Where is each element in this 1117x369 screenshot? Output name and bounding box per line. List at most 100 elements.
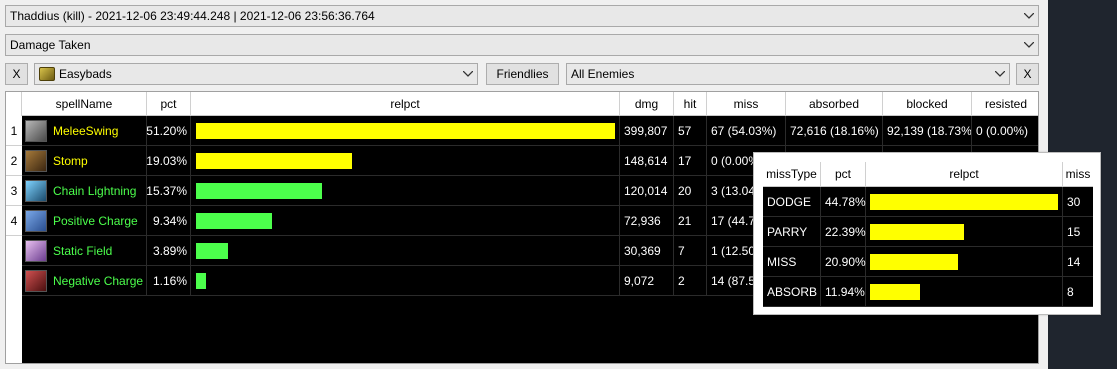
- spell-name-cell: Static Field: [22, 236, 147, 266]
- table-row[interactable]: 1 MeleeSwing 51.20% 399,807 57 67 (54.03%) 72,…: [6, 116, 1038, 146]
- relpct-bar: [196, 152, 352, 169]
- clear-target-button[interactable]: X: [1016, 63, 1039, 85]
- col-dmg[interactable]: dmg: [620, 92, 674, 116]
- grid-header: spellName pct relpct dmg hit miss absorb…: [6, 92, 1038, 116]
- target-select[interactable]: All Enemies: [566, 63, 1010, 85]
- pct-cell: 19.03%: [147, 146, 191, 176]
- col-relpct[interactable]: relpct: [191, 92, 620, 116]
- col-absorbed[interactable]: absorbed: [786, 92, 883, 116]
- pct-cell: 3.89%: [147, 236, 191, 266]
- row-number: 4: [6, 206, 22, 236]
- static-field-icon: [25, 239, 47, 262]
- relpct-bar: [196, 122, 615, 139]
- col-popup-miss[interactable]: miss: [1063, 162, 1093, 187]
- col-spellname[interactable]: spellName: [22, 92, 147, 116]
- col-blocked-label: blocked: [906, 97, 948, 111]
- relpct-cell: [191, 206, 620, 236]
- row-number: 3: [6, 176, 22, 206]
- miss-relpct-cell: [866, 217, 1063, 247]
- lightning-icon: [25, 179, 47, 202]
- dmg-cell: 72,936: [620, 206, 674, 236]
- miss-relpct-cell: [866, 277, 1063, 307]
- col-popup-relpct-label: relpct: [949, 167, 979, 181]
- miss-breakdown-table: missType pct relpct miss DODGE 44.78% 30 PA…: [763, 162, 1093, 307]
- misstype-cell: PARRY: [763, 217, 821, 247]
- col-miss[interactable]: miss: [707, 92, 786, 116]
- blocked-cell: 92,139 (18.73%): [883, 116, 972, 146]
- col-absorbed-label: absorbed: [808, 97, 860, 111]
- spell-name: MeleeSwing: [53, 123, 119, 138]
- relpct-bar: [196, 272, 206, 289]
- chevron-down-icon: [1020, 35, 1038, 55]
- resisted-cell: 0 (0.00%): [972, 116, 1038, 146]
- miss-pct-cell: 11.94%: [821, 277, 866, 307]
- chevron-down-icon: [991, 64, 1009, 84]
- relpct-bar: [196, 212, 272, 229]
- target-select-value: All Enemies: [571, 67, 635, 81]
- misstype-cell: ABSORB: [763, 277, 821, 307]
- view-select[interactable]: Damage Taken: [5, 34, 1039, 56]
- relpct-cell: [191, 266, 620, 296]
- dmg-cell: 120,014: [620, 176, 674, 206]
- friendlies-label: Friendlies: [496, 67, 549, 81]
- col-blocked[interactable]: blocked: [883, 92, 972, 116]
- dmg-cell: 9,072: [620, 266, 674, 296]
- relpct-cell: [191, 236, 620, 266]
- col-misstype-label: missType: [766, 167, 817, 181]
- relpct-bar: [196, 182, 322, 199]
- absorbed-cell: 72,616 (18.16%): [786, 116, 883, 146]
- chevron-down-icon: [459, 64, 477, 84]
- miss-pct-cell: 44.78%: [821, 187, 866, 217]
- chevron-down-icon: [1020, 6, 1038, 26]
- col-spellname-label: spellName: [55, 97, 113, 111]
- spell-name: Negative Charge: [53, 273, 144, 288]
- spell-name-cell: Negative Charge: [22, 266, 147, 296]
- miss-pct-cell: 20.90%: [821, 247, 866, 277]
- relpct-cell: [191, 116, 620, 146]
- spell-name-cell: Stomp: [22, 146, 147, 176]
- col-misstype[interactable]: missType: [763, 162, 821, 187]
- col-popup-pct[interactable]: pct: [821, 162, 866, 187]
- col-resisted-label: resisted: [984, 97, 1028, 111]
- clear-group-label: X: [12, 67, 21, 81]
- spell-name: Chain Lightning: [53, 183, 137, 198]
- spell-name-cell: Chain Lightning: [22, 176, 147, 206]
- spell-name: Static Field: [53, 243, 113, 258]
- relpct-cell: [191, 176, 620, 206]
- encounter-select-value: Thaddius (kill) - 2021-12-06 23:49:44.24…: [10, 9, 375, 23]
- miss-relpct-cell: [866, 247, 1063, 277]
- col-pct[interactable]: pct: [147, 92, 191, 116]
- relpct-cell: [191, 146, 620, 176]
- col-miss-label: miss: [733, 97, 759, 111]
- dmg-cell: 399,807: [620, 116, 674, 146]
- col-popup-relpct[interactable]: relpct: [866, 162, 1063, 187]
- group-select-value: Easybads: [59, 67, 112, 81]
- col-hit[interactable]: hit: [674, 92, 707, 116]
- pct-cell: 51.20%: [147, 116, 191, 146]
- hit-cell: 20: [674, 176, 707, 206]
- miss-count-cell: 30: [1063, 187, 1093, 217]
- pct-cell: 15.37%: [147, 176, 191, 206]
- col-resisted[interactable]: resisted: [972, 92, 1038, 116]
- stomp-icon: [25, 149, 47, 172]
- col-relpct-label: relpct: [390, 97, 420, 111]
- dmg-cell: 30,369: [620, 236, 674, 266]
- relpct-bar: [196, 242, 228, 259]
- misstype-cell: DODGE: [763, 187, 821, 217]
- miss-relpct-bar: [870, 253, 958, 270]
- encounter-select[interactable]: Thaddius (kill) - 2021-12-06 23:49:44.24…: [5, 5, 1039, 27]
- group-select[interactable]: Easybads: [34, 63, 478, 85]
- spell-name-cell: Positive Charge: [22, 206, 147, 236]
- hit-cell: 21: [674, 206, 707, 236]
- clear-target-label: X: [1023, 67, 1032, 81]
- clear-group-button[interactable]: X: [5, 63, 28, 85]
- friendlies-button[interactable]: Friendlies: [486, 63, 559, 85]
- hit-cell: 57: [674, 116, 707, 146]
- miss-breakdown-popup: missType pct relpct miss DODGE 44.78% 30 PA…: [753, 152, 1101, 315]
- plus-charge-icon: [25, 209, 47, 232]
- pct-cell: 9.34%: [147, 206, 191, 236]
- miss-relpct-bar: [870, 193, 1058, 210]
- pct-cell: 1.16%: [147, 266, 191, 296]
- col-hit-label: hit: [683, 97, 697, 111]
- row-number-gutter: [6, 236, 22, 363]
